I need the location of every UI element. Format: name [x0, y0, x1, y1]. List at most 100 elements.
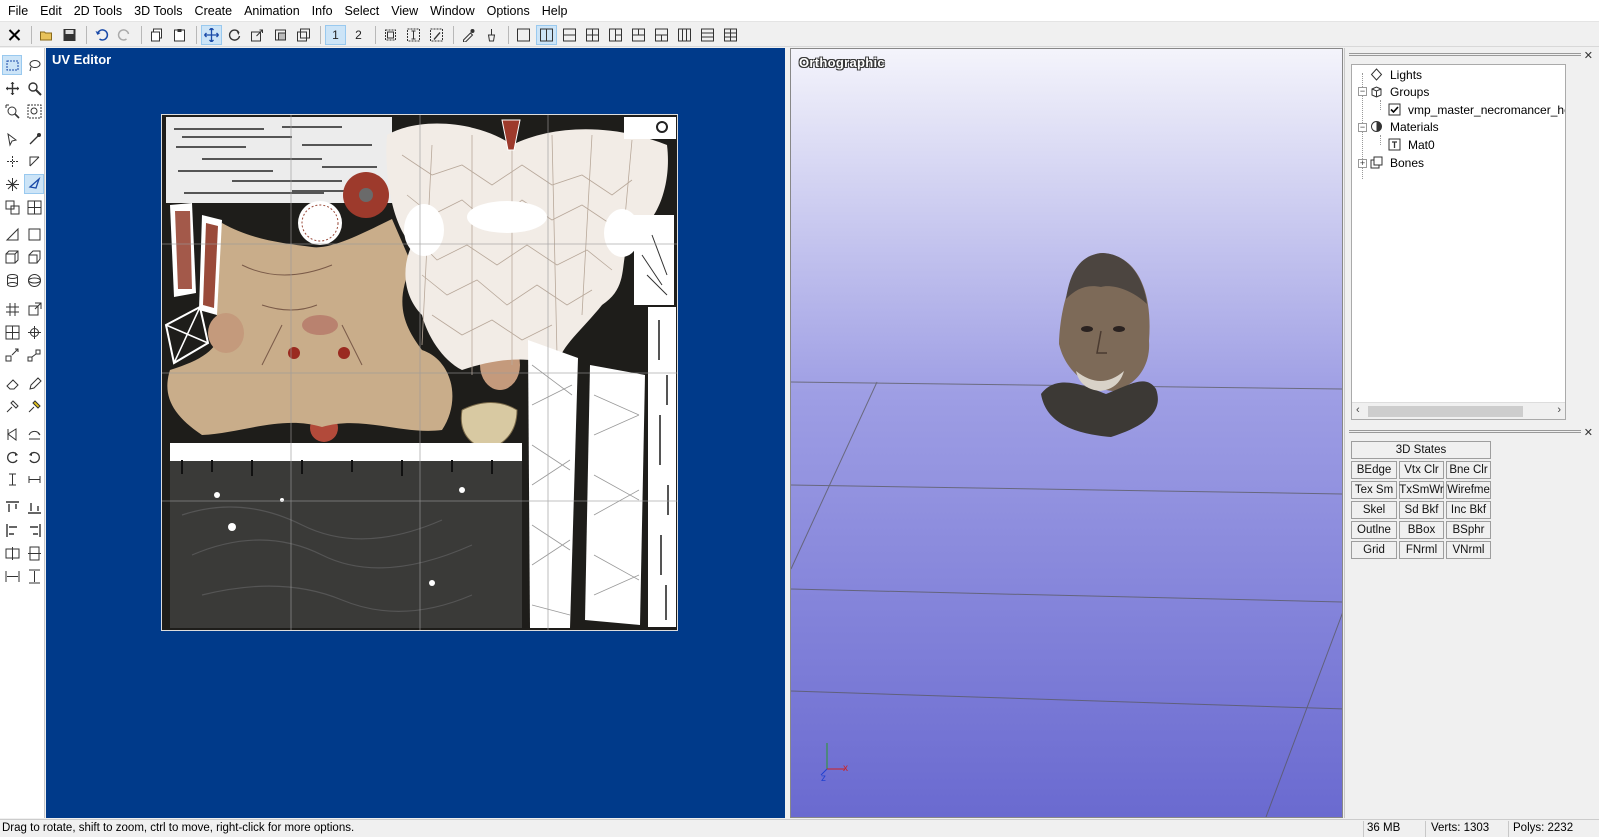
layout-split-v-icon[interactable] — [536, 24, 557, 45]
select-vertex-icon[interactable] — [24, 129, 44, 149]
move-icon[interactable] — [201, 24, 222, 45]
scale-up-icon[interactable] — [24, 345, 44, 365]
save-icon[interactable] — [59, 25, 80, 45]
collapse-icon[interactable]: − — [1358, 123, 1367, 132]
snap-icon[interactable] — [2, 174, 22, 194]
state-bne-clr-button[interactable]: Bne Clr — [1446, 461, 1491, 479]
paste-icon[interactable] — [169, 25, 190, 45]
menu-create[interactable]: Create — [189, 0, 239, 22]
select-group-icon[interactable] — [293, 25, 314, 45]
extrude-icon[interactable] — [24, 151, 44, 171]
highlight-pin-icon[interactable] — [24, 396, 44, 416]
center-h-icon[interactable] — [2, 543, 22, 563]
pin-icon[interactable] — [2, 396, 22, 416]
layout-3a-icon[interactable] — [605, 25, 626, 45]
tree-item-group-head[interactable]: vmp_master_necromancer_head — [1388, 101, 1565, 118]
select-face-icon[interactable] — [270, 25, 291, 45]
create-box-icon[interactable] — [24, 247, 44, 267]
close-icon[interactable] — [4, 25, 25, 45]
edit-icon[interactable] — [426, 25, 447, 45]
checkbox-checked-icon[interactable] — [1388, 103, 1401, 116]
grid-plane-icon[interactable] — [24, 197, 44, 217]
state-bsphr-button[interactable]: BSphr — [1446, 521, 1491, 539]
select-text-icon[interactable] — [403, 25, 424, 45]
menu-window[interactable]: Window — [424, 0, 480, 22]
layout-cols-icon[interactable] — [674, 25, 695, 45]
subdivide-icon[interactable] — [2, 322, 22, 342]
create-rectangle-icon[interactable] — [24, 224, 44, 244]
menu-3d-tools[interactable]: 3D Tools — [128, 0, 188, 22]
panel-grip[interactable] — [1349, 430, 1581, 433]
layout-3b-icon[interactable] — [628, 25, 649, 45]
state-grid-button[interactable]: Grid — [1351, 541, 1397, 559]
tree-horizontal-scrollbar[interactable]: ‹ › — [1352, 402, 1565, 419]
mirror-icon[interactable] — [24, 424, 44, 444]
menu-animation[interactable]: Animation — [238, 0, 306, 22]
panel-grip[interactable] — [1349, 53, 1581, 56]
zoom-fit-icon[interactable] — [24, 101, 44, 121]
redo-icon[interactable] — [114, 25, 135, 45]
state-vnrml-button[interactable]: VNrml — [1446, 541, 1491, 559]
scroll-right-icon[interactable]: › — [1557, 404, 1561, 416]
scroll-thumb[interactable] — [1368, 406, 1523, 417]
copy-icon[interactable] — [146, 25, 167, 45]
create-cube-icon[interactable] — [2, 247, 22, 267]
uv-texture-map[interactable] — [161, 114, 678, 631]
close-icon[interactable]: ✕ — [1584, 49, 1593, 62]
move-tool-icon[interactable] — [2, 78, 22, 98]
rotate-icon[interactable] — [224, 25, 245, 45]
triangle-select-icon[interactable] — [24, 174, 44, 194]
state-bedge-button[interactable]: BEdge — [1351, 461, 1397, 479]
tree-item-lights[interactable]: Lights — [1370, 66, 1422, 83]
create-grid-icon[interactable] — [2, 299, 22, 319]
select-box-icon[interactable] — [380, 25, 401, 45]
zoom-tool-icon[interactable] — [24, 78, 44, 98]
menu-edit[interactable]: Edit — [34, 0, 68, 22]
tree-item-mat0[interactable]: Mat0 — [1388, 136, 1435, 153]
open-folder-icon[interactable] — [36, 25, 57, 45]
rect-select-icon[interactable] — [2, 55, 22, 75]
create-triangle-icon[interactable] — [2, 224, 22, 244]
stretch-h-icon[interactable] — [24, 469, 44, 489]
flip-h-icon[interactable] — [2, 424, 22, 444]
select-arrow-icon[interactable] — [2, 129, 22, 149]
fit-width-icon[interactable] — [2, 566, 22, 586]
undo-icon[interactable] — [91, 25, 112, 45]
viewport-3d[interactable]: x z Orthographic — [790, 48, 1343, 818]
layout-3c-icon[interactable] — [651, 25, 672, 45]
state-txsmwr-button[interactable]: TxSmWr — [1399, 481, 1444, 499]
lasso-select-icon[interactable] — [24, 55, 44, 75]
view-2-button[interactable]: 2 — [348, 25, 369, 45]
scroll-left-icon[interactable]: ‹ — [1356, 404, 1360, 416]
uv-editor-panel[interactable]: UV Editor — [46, 48, 785, 818]
eraser-icon[interactable] — [2, 373, 22, 393]
menu-select[interactable]: Select — [339, 0, 386, 22]
layout-rows-icon[interactable] — [697, 25, 718, 45]
weld-icon[interactable] — [24, 322, 44, 342]
create-plane-icon[interactable] — [24, 299, 44, 319]
layout-quad-icon[interactable] — [582, 25, 603, 45]
rotate-ccw-icon[interactable] — [24, 447, 44, 467]
create-cylinder-icon[interactable] — [2, 270, 22, 290]
state-fnrml-button[interactable]: FNrml — [1399, 541, 1444, 559]
state-sd-bkf-button[interactable]: Sd Bkf — [1399, 501, 1444, 519]
layout-single-icon[interactable] — [513, 25, 534, 45]
layout-split-h-icon[interactable] — [559, 25, 580, 45]
align-bottom-icon[interactable] — [24, 497, 44, 517]
duplicate-icon[interactable] — [2, 197, 22, 217]
state-tex-sm-button[interactable]: Tex Sm — [1351, 481, 1397, 499]
layout-grid-icon[interactable] — [720, 25, 741, 45]
uv-mesh-canvas[interactable] — [162, 115, 677, 630]
add-vertex-icon[interactable] — [2, 151, 22, 171]
scale-icon[interactable] — [247, 25, 268, 45]
stretch-v-icon[interactable] — [2, 469, 22, 489]
pencil-icon[interactable] — [24, 373, 44, 393]
align-top-icon[interactable] — [2, 497, 22, 517]
menu-options[interactable]: Options — [481, 0, 536, 22]
eyedropper-icon[interactable] — [458, 25, 479, 45]
state-bbox-button[interactable]: BBox — [1399, 521, 1444, 539]
state-outlne-button[interactable]: Outlne — [1351, 521, 1397, 539]
state-vtx-clr-button[interactable]: Vtx Clr — [1399, 461, 1444, 479]
menu-help[interactable]: Help — [536, 0, 574, 22]
model-tree[interactable]: Lights − Groups vmp_master_necromancer_h… — [1351, 64, 1566, 420]
